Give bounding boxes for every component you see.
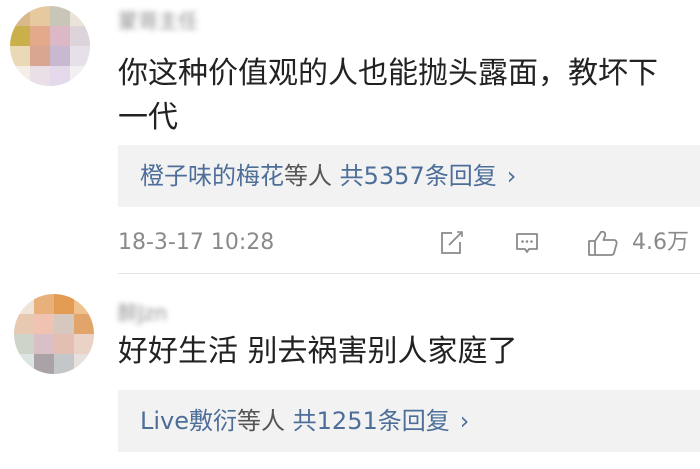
chevron-right-icon[interactable]: › <box>460 407 470 435</box>
reply-count-link[interactable]: 共1251条回复 <box>293 407 450 435</box>
chevron-right-icon[interactable]: › <box>507 162 517 190</box>
reply-summary[interactable]: 橙子味的梅花等人 共5357条回复 › <box>118 145 700 207</box>
edit-icon[interactable] <box>436 228 466 258</box>
reply-users-suffix: 等人 <box>237 407 286 435</box>
comment-item: 蒙哥主任 你这种价值观的人也能抛头露面，教坏下一代 橙子味的梅花等人 共5357… <box>0 0 700 274</box>
reply-users-link[interactable]: 橙子味的梅花 <box>140 162 284 190</box>
reply-users-suffix: 等人 <box>284 162 332 190</box>
timestamp: 18-3-17 10:28 <box>118 230 275 255</box>
comment-meta: 18-3-17 10:28 4.6万 <box>118 228 700 258</box>
avatar[interactable] <box>10 6 90 86</box>
like-count: 4.6万 <box>632 230 689 255</box>
comment-icon[interactable] <box>512 228 542 258</box>
thumbs-up-icon[interactable] <box>586 228 620 258</box>
reply-count-link[interactable]: 共5357条回复 <box>340 162 497 190</box>
comment-text: 你这种价值观的人也能抛头露面，教坏下一代 <box>118 56 658 135</box>
comment-text: 好好生活 别去祸害别人家庭了 <box>118 334 518 369</box>
username[interactable]: 醉Jzn <box>118 300 204 326</box>
reply-users-link[interactable]: Live敷衍 <box>140 407 237 435</box>
avatar[interactable] <box>14 294 94 374</box>
comment-item: 醉Jzn 好好生活 别去祸害别人家庭了 Live敷衍等人 共1251条回复 › <box>0 274 700 469</box>
reply-summary[interactable]: Live敷衍等人 共1251条回复 › <box>118 390 700 452</box>
username[interactable]: 蒙哥主任 <box>118 8 258 34</box>
